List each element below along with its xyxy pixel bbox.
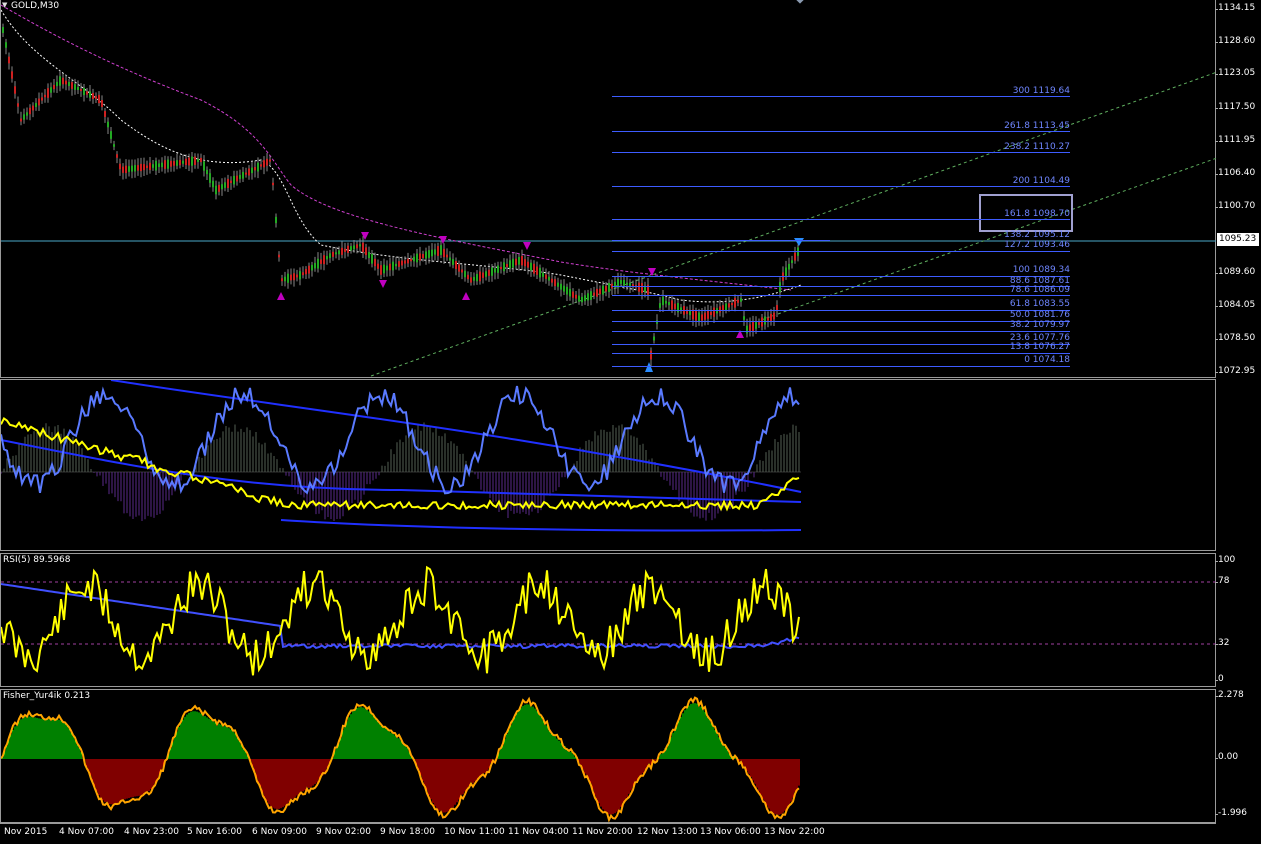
fisher-panel[interactable]: Fisher_Yur4ik 0.213 [0, 689, 1216, 823]
rsi-line [1, 565, 800, 676]
fib-label: 127.2 1093.46 [1004, 240, 1070, 250]
price-tick: 1106.40 [1214, 168, 1256, 178]
fib-label: 100 1089.34 [1012, 265, 1070, 275]
price-tick: 1072.95 [1214, 366, 1256, 376]
fib-label: 261.8 1113.45 [1004, 121, 1070, 131]
fib-label: 78.6 1086.09 [1009, 285, 1070, 295]
fib-label: 61.8 1083.55 [1009, 299, 1070, 309]
time-tick: 6 Nov 09:00 [252, 827, 307, 837]
time-tick: 9 Nov 02:00 [316, 827, 371, 837]
ma-slow-line [1, 4, 792, 291]
price-tick: 1089.60 [1214, 267, 1256, 277]
price-tick: 1078.50 [1214, 333, 1256, 343]
price-tick: 1117.50 [1214, 102, 1256, 112]
price-tick: 1084.05 [1214, 300, 1256, 310]
rsi-tick: 0 [1215, 674, 1224, 684]
fib-label: 38.2 1079.97 [1009, 320, 1070, 330]
fisher-tick: -1.996 [1214, 808, 1248, 818]
ma-fast-line [1, 9, 802, 303]
time-tick: 13 Nov 22:00 [764, 827, 825, 837]
fib-label: 300 1119.64 [1012, 86, 1070, 96]
dropdown-icon[interactable]: ▼ [2, 1, 7, 9]
time-tick: 12 Nov 13:00 [637, 827, 698, 837]
fib-label: 13.8 1076.27 [1009, 342, 1070, 352]
time-tick: Nov 2015 [4, 827, 48, 837]
fib-label: 238.2 1110.27 [1004, 142, 1070, 152]
current-price-label: 1095.23 [1217, 233, 1259, 246]
rsi-canvas [1, 565, 1217, 676]
time-tick: 9 Nov 18:00 [380, 827, 435, 837]
price-tick: 1128.60 [1214, 36, 1256, 46]
price-tick: 1123.05 [1214, 68, 1256, 78]
time-tick: 4 Nov 23:00 [124, 827, 179, 837]
time-tick: 5 Nov 16:00 [187, 827, 242, 837]
price-chart-panel[interactable]: ▼ GOLD,M30 300 1119.64 261.8 1113.45 238… [0, 0, 1217, 378]
time-tick: 11 Nov 04:00 [508, 827, 569, 837]
fib-label: 138.2 1095.12 [1004, 230, 1070, 240]
fib-label: 200 1104.49 [1012, 176, 1070, 186]
fisher-title: Fisher_Yur4ik 0.213 [3, 691, 91, 701]
fisher-canvas [1, 696, 800, 823]
price-axis: 1134.15 1128.60 1123.05 1117.50 1111.95 … [1214, 0, 1261, 823]
rsi-title: RSI(5) 89.5968 [3, 555, 71, 565]
price-tick: 1111.95 [1214, 135, 1256, 145]
rsi-tick: 32 [1214, 638, 1230, 648]
time-tick: 13 Nov 06:00 [700, 827, 761, 837]
fib-label: 50.0 1081.76 [1009, 310, 1070, 320]
time-axis: Nov 2015 4 Nov 07:00 4 Nov 23:00 5 Nov 1… [0, 823, 1216, 844]
indicator-panel-oscillator[interactable] [0, 379, 1216, 551]
price-tick: 1100.70 [1214, 201, 1256, 211]
chart-symbol-title: GOLD,M30 [11, 1, 60, 11]
rsi-tick: 100 [1214, 555, 1236, 565]
rsi-tick: 78 [1214, 576, 1230, 586]
oscillator-canvas [1, 380, 802, 532]
time-tick: 11 Nov 20:00 [572, 827, 633, 837]
fisher-tick: 0.00 [1214, 752, 1239, 762]
price-tick: 1134.15 [1214, 3, 1256, 13]
time-tick: 4 Nov 07:00 [59, 827, 114, 837]
fisher-tick: 2.278 [1215, 690, 1244, 700]
candlesticks [2, 23, 799, 367]
time-tick: 10 Nov 11:00 [444, 827, 505, 837]
rsi-panel[interactable]: RSI(5) 89.5968 [0, 553, 1217, 687]
fib-label: 0 1074.18 [1024, 355, 1070, 365]
fib-label: 161.8 1098.70 [1004, 209, 1070, 219]
